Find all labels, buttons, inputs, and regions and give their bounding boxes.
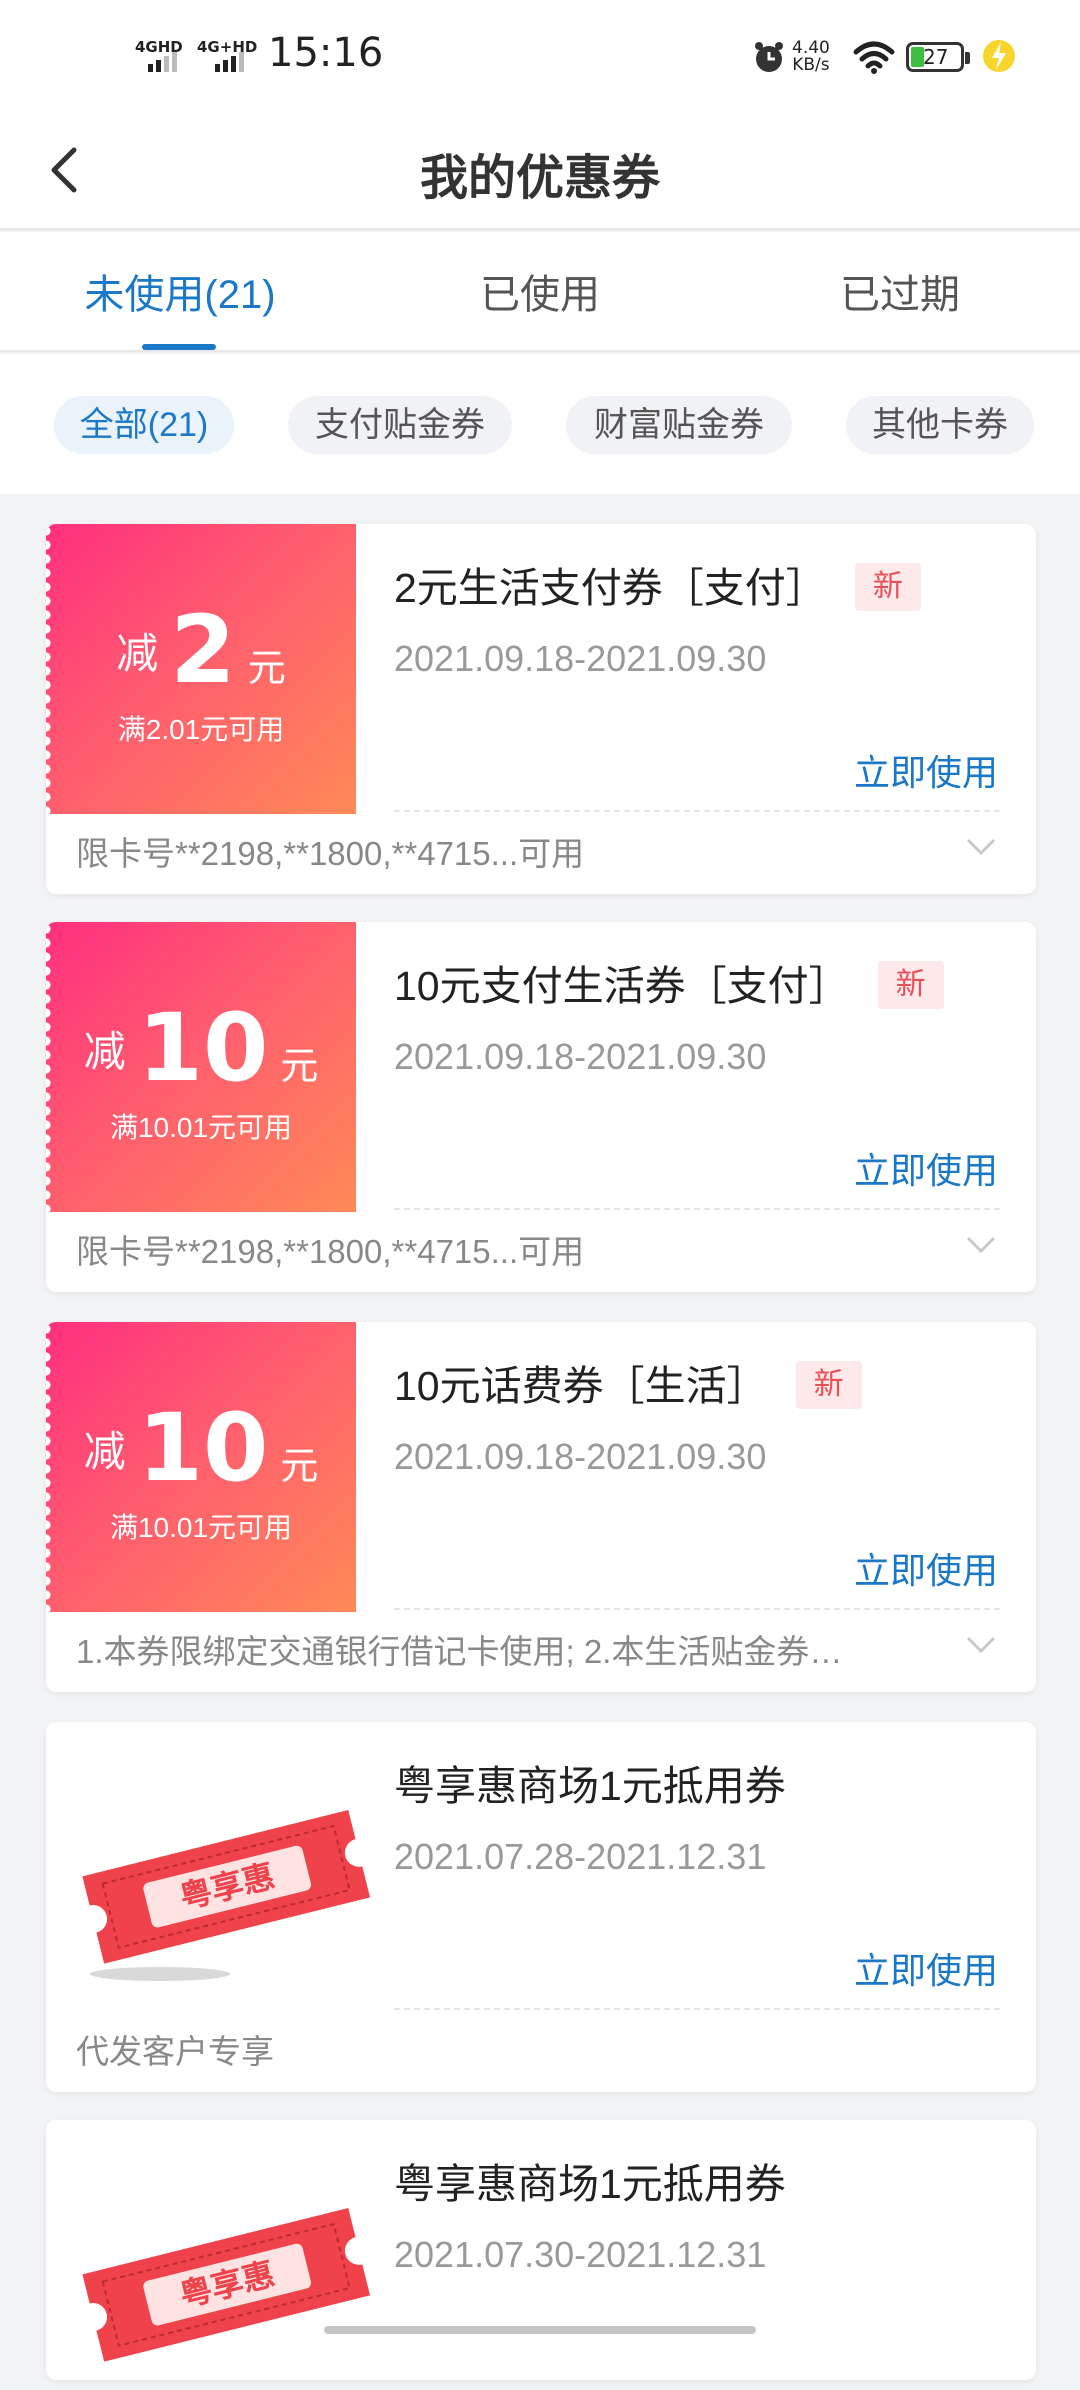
ticket-stamp-icon: 粤享惠: [82, 2208, 371, 2362]
coupon-validity: 2021.09.18-2021.09.30: [394, 1036, 767, 1077]
coupon-card: 粤享惠 粤享惠商场1元抵用券 2021.07.30-2021.12.31: [46, 2120, 1036, 2380]
network-speed: 4.40 KB/s: [792, 40, 830, 74]
coupon-validity: 2021.09.18-2021.09.30: [394, 638, 767, 679]
battery-level: 27: [923, 45, 949, 69]
coupon-condition: 满10.01元可用: [109, 1112, 293, 1143]
coupon-unit: 元: [247, 648, 286, 690]
alarm-icon: [755, 42, 783, 72]
coupon-validity: 2021.07.30-2021.12.31: [394, 2234, 767, 2275]
tab-unused[interactable]: 未使用(21): [0, 262, 360, 320]
coupon-card: 减 10 元 满10.01元可用 10元支付生活券［支付］ 新 2021.09.18-…: [46, 922, 1036, 1292]
dashed-divider: [394, 1608, 1000, 1610]
use-now-button[interactable]: 立即使用: [854, 1942, 998, 1994]
chip-other-cards[interactable]: 其他卡券: [846, 396, 1034, 454]
coupon-card: 减 10 元 满10.01元可用 10元话费券［生活］ 新 2021.09.18-20…: [46, 1322, 1036, 1692]
use-now-button[interactable]: 立即使用: [854, 1542, 998, 1594]
coupon-amount: 2: [170, 596, 236, 705]
tab-expired[interactable]: 已过期: [720, 262, 1080, 320]
coupon-validity: 2021.09.18-2021.09.30: [394, 1436, 767, 1477]
chevron-down-icon[interactable]: [966, 1235, 996, 1255]
chip-wealth-coupon[interactable]: 财富贴金券: [566, 396, 792, 454]
signal-1-bars-icon: [148, 52, 177, 72]
new-badge: 新: [854, 563, 921, 612]
page-title: 我的优惠券: [419, 152, 660, 205]
coupon-title-row: 2元生活支付券［支付］ 新: [394, 554, 921, 615]
coupon-condition: 满10.01元可用: [109, 1512, 293, 1543]
home-indicator[interactable]: [324, 2326, 756, 2334]
coupon-note: 限卡号**2198,**1800,**4715...可用: [76, 835, 585, 872]
ticket-stamp-icon: 粤享惠: [82, 1810, 371, 1981]
coupon-title-row: 10元话费券［生活］ 新: [394, 1352, 862, 1413]
wifi-icon: [853, 41, 895, 74]
coupon-note: 代发客户专享: [76, 2033, 274, 2070]
coupon-card: 粤享惠 粤享惠商场1元抵用券 2021.07.28-2021.12.31 立即使…: [46, 1722, 1036, 2092]
coupon-value-block: 减 10 元 满10.01元可用: [46, 1322, 356, 1612]
filter-chips: 全部(21) 支付贴金券 财富贴金券 其他卡券: [0, 354, 1080, 494]
coupon-unit: 元: [280, 1446, 319, 1488]
tab-used[interactable]: 已使用: [360, 262, 720, 320]
coupon-validity: 2021.07.28-2021.12.31: [394, 1836, 767, 1877]
dashed-divider: [394, 810, 1000, 812]
coupon-card: 减2元 满2.01元可用 2元生活支付券［支付］ 新 2021.09.18-202…: [46, 524, 1036, 894]
new-badge: 新: [795, 1361, 862, 1410]
app-header: 我的优惠券: [0, 110, 1080, 230]
charging-icon: [983, 40, 1015, 72]
coupon-title: 10元话费券［生活］: [394, 1363, 768, 1409]
coupon-amount: 10: [137, 994, 269, 1103]
coupon-prefix: 减: [116, 630, 159, 677]
coupon-title-row: 粤享惠商场1元抵用券: [394, 1752, 786, 1812]
coupon-unit: 元: [280, 1046, 319, 1088]
status-time: 15:16: [268, 30, 384, 76]
coupon-title-row: 10元支付生活券［支付］ 新: [394, 952, 944, 1013]
status-tabs: 未使用(21) 已使用 已过期: [0, 232, 1080, 352]
signal-2-bars-icon: [215, 52, 244, 72]
coupon-amount: 10: [137, 1394, 269, 1503]
coupon-value-block: 减2元 满2.01元可用: [46, 524, 356, 814]
dashed-divider: [394, 1208, 1000, 1210]
coupon-title: 10元支付生活券［支付］: [394, 963, 850, 1009]
use-now-button[interactable]: 立即使用: [854, 1142, 998, 1194]
chip-all[interactable]: 全部(21): [54, 396, 234, 454]
battery-icon: 27: [906, 42, 970, 72]
new-badge: 新: [877, 961, 944, 1010]
active-tab-indicator: [142, 344, 216, 350]
coupon-title-row: 粤享惠商场1元抵用券: [394, 2150, 786, 2210]
coupon-note: 1.本券限绑定交通银行借记卡使用; 2.本生活贴金券…: [76, 1633, 843, 1670]
dashed-divider: [394, 2008, 1000, 2010]
chip-payment-coupon[interactable]: 支付贴金券: [288, 396, 512, 454]
coupon-title: 粤享惠商场1元抵用券: [394, 2161, 786, 2207]
coupon-title: 2元生活支付券［支付］: [394, 565, 827, 611]
network-speed-unit: KB/s: [792, 55, 830, 75]
coupon-condition: 满2.01元可用: [117, 714, 285, 745]
coupon-prefix: 减: [83, 1428, 126, 1475]
coupon-title: 粤享惠商场1元抵用券: [394, 1763, 786, 1809]
status-bar: 4GHD 4G+HD 15:16 4.40 KB/s 27: [0, 0, 1080, 110]
chevron-down-icon[interactable]: [966, 837, 996, 857]
use-now-button[interactable]: 立即使用: [854, 744, 998, 796]
coupon-prefix: 减: [83, 1028, 126, 1075]
coupon-value-block: 减 10 元 满10.01元可用: [46, 922, 356, 1212]
chevron-down-icon[interactable]: [966, 1635, 996, 1655]
coupon-note: 限卡号**2198,**1800,**4715...可用: [76, 1233, 585, 1270]
